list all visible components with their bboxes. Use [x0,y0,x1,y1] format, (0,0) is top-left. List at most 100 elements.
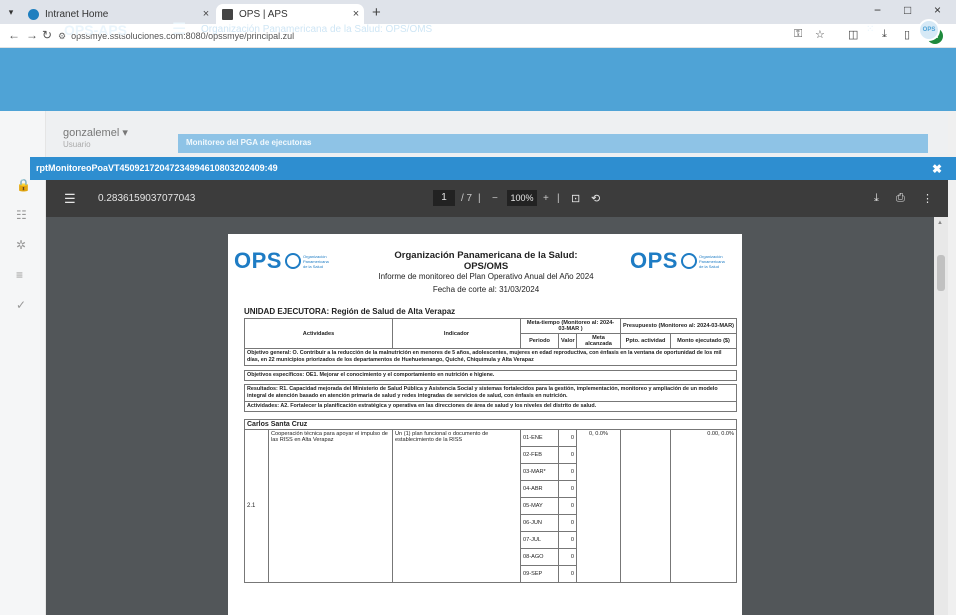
value-cell: 0 [558,446,577,464]
user-avatar[interactable]: OPS [918,19,940,41]
logo-text: OPS [630,248,678,273]
header-indicador: Indicador [392,318,521,349]
value-cell: 0 [558,565,577,583]
value-cell: 0 [558,514,577,532]
value-cell: 0 [558,463,577,481]
pdf-zoom-input[interactable]: 100% [507,190,537,206]
monitoring-table: Actividades Indicador Meta-tiempo (Monit… [244,318,737,583]
value-cell: 0 [558,429,577,447]
chevron-down-icon: ▾ [122,127,128,139]
value-cell: 0 [558,548,577,566]
minimize-button[interactable]: − [874,3,881,17]
period-cell: 02-FEB [520,446,559,464]
period-cell: 01-ENE [520,429,559,447]
tab-search-icon[interactable]: ▾ [4,5,18,19]
pdf-page-total: / 7 [461,193,473,204]
menu-hamburger-icon[interactable]: ☰ [172,19,186,39]
password-key-icon[interactable]: ⚿ [794,28,802,41]
tab-close-icon[interactable]: × [198,8,214,20]
document-cut-date: Fecha de corte al: 31/03/2024 [432,285,540,294]
spacer-row [244,411,737,420]
pdf-page: OPS Organización Panamericana de la Salu… [228,234,742,615]
pdf-zoom-in-button[interactable]: + [543,193,549,204]
period-cell: 08-AGO [520,548,559,566]
meta-alcanzada-cell: 0, 0.0% [576,429,621,583]
tab-title: Intranet Home [45,8,109,20]
value-cell: 0 [558,480,577,498]
fit-page-icon[interactable]: ⊡ [571,192,580,205]
user-name: gonzalemel [63,127,120,139]
ops-logo-right: OPS Organización Panamericana de la Salu… [630,248,725,274]
pdf-filename: 0.2836159037077043 [98,193,196,204]
header-valor: Valor [558,333,577,349]
modal-title: rptMonitoreoPoaVT45092172047234994610803… [36,163,278,173]
tab-close-icon[interactable]: × [348,8,364,20]
logo-caption: Organización Panamericana de la Salud [302,253,329,269]
extensions-icon[interactable]: ◫ [848,28,858,41]
pdf-separator: | [478,193,481,204]
print-icon[interactable]: ⎙ [896,192,905,205]
globe-seal-icon [284,253,301,269]
organization-name: Organización Panamericana de la Salud: O… [201,24,433,35]
lock-icon[interactable]: 🔒 [16,178,31,192]
bookmark-star-icon[interactable]: ☆ [815,28,825,41]
back-icon[interactable]: ← [8,28,20,42]
user-menu[interactable]: gonzalemel ▾ [63,126,128,139]
header-presupuesto: Presupuesto (Monitoreo al: 2024-03-MAR) [620,318,737,334]
executing-unit: UNIDAD EJECUTORA: Región de Salud de Alt… [244,307,456,316]
activity-code: 2.1 [244,429,269,583]
header-meta-alcanzada: Meta alcanzada [576,333,621,349]
document-subtitle: Informe de monitoreo del Plan Operativo … [378,272,594,281]
period-cell: 06-JUN [520,514,559,532]
rotate-icon[interactable]: ⟲ [591,192,600,205]
browser-tab-bar: ▾ Intranet Home × OPS | APS × + − □ × [0,0,956,24]
window-close-button[interactable]: × [934,3,941,17]
check-icon[interactable]: ✓ [16,298,26,312]
document-title: Organización Panamericana de la Salud: O… [394,250,578,272]
new-tab-button[interactable]: + [372,4,381,21]
responsible-person: Carlos Santa Cruz [244,419,737,430]
org-chart-icon[interactable]: ☷ [16,208,27,222]
value-cell: 0 [558,531,577,549]
pdf-download-icon[interactable]: ⤓ [874,192,879,205]
app-brand[interactable]: OPS-APS [64,22,127,38]
header-periodo: Periodo [520,333,559,349]
list-icon[interactable]: ≡ [16,268,23,282]
download-icon[interactable]: ⤓ [882,28,887,41]
header-actividades: Actividades [244,318,393,349]
header-meta-tiempo: Meta-tiempo (Monitoreo al: 2024-03-MAR ) [520,318,621,334]
ops-favicon-icon [222,8,233,20]
sidepanel-icon[interactable]: ▯ [904,28,910,41]
pdf-menu-icon[interactable]: ☰ [64,191,76,207]
page-scrollbar[interactable] [948,111,956,615]
ops-logo-left: OPS Organización Panamericana de la Salu… [234,248,329,274]
objetivo-general: Objetivo general: O. Contribuir a la red… [244,348,737,366]
apps-grid-icon[interactable]: ⁙ [866,24,874,35]
monto-ejecutado-cell: 0.00, 0.0% [670,429,737,583]
modal-close-icon[interactable]: ✖ [932,162,942,176]
pdf-zoom-out-button[interactable]: − [492,193,498,204]
pdf-page-input[interactable]: 1 [433,190,455,206]
logo-text: OPS [234,248,282,273]
maximize-button[interactable]: □ [904,3,911,17]
scroll-up-icon[interactable]: ▲ [937,220,943,226]
more-options-icon[interactable]: ⋮ [922,192,933,205]
intranet-favicon-icon [28,8,39,20]
actividades-line: Actividades: A2. Fortalecer la planifica… [244,401,737,412]
ppto-actividad-cell [620,429,671,583]
period-cell: 05-MAY [520,497,559,515]
forward-icon[interactable]: → [26,28,38,42]
pdf-scroll-thumb[interactable] [937,255,945,291]
activity-indicator: Un (1) plan funcional o documento de est… [392,429,521,583]
pdf-separator: | [557,193,560,204]
logo-caption: Organización Panamericana de la Salud [698,253,725,269]
user-role: Usuario [63,140,91,149]
section-title: Monitoreo del PGA de ejecutoras [186,138,312,147]
app-header [0,48,956,111]
tab-ops-aps[interactable]: OPS | APS × [216,4,364,24]
tab-title: OPS | APS [239,8,288,20]
reload-icon[interactable]: ↻ [42,28,52,42]
objetivos-especificos: Objetivos específicos: OE1. Mejorar el c… [244,370,737,381]
activity-description: Cooperación técnica para apoyar el impul… [268,429,393,583]
settings-icon[interactable]: ✲ [16,238,26,252]
